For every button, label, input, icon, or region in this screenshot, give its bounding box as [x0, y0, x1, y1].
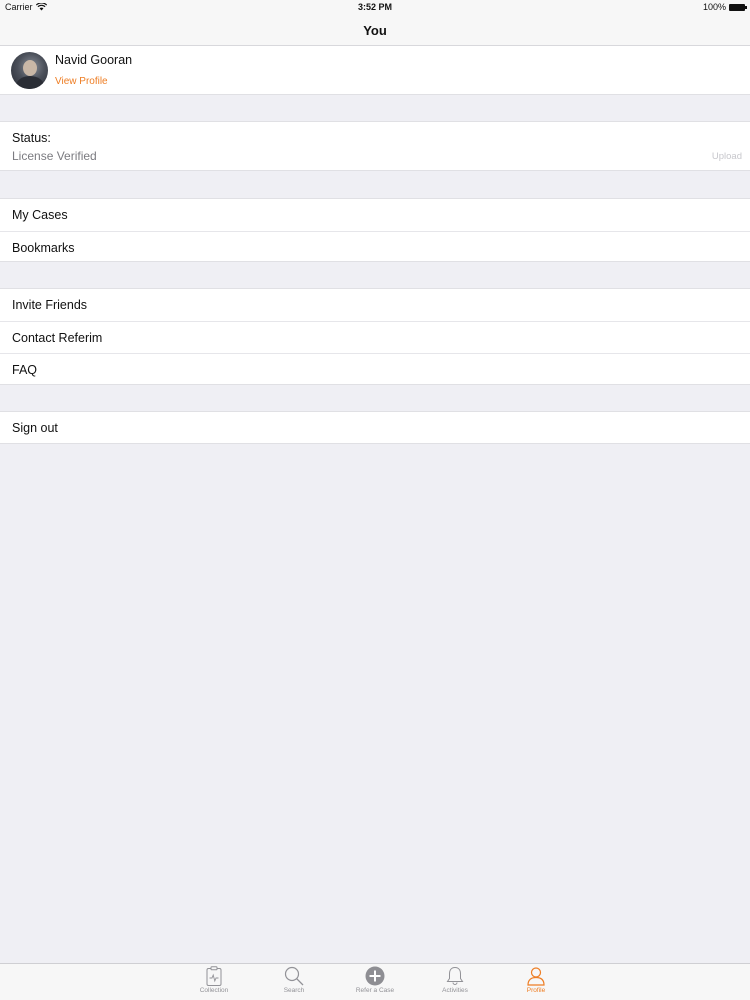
navigation-bar: You: [0, 15, 750, 46]
upload-button[interactable]: Upload: [712, 151, 742, 162]
signout-section: Sign out: [0, 411, 750, 444]
clipboard-icon: [206, 966, 222, 986]
menu-item-bookmarks[interactable]: Bookmarks: [0, 231, 750, 263]
tab-activities[interactable]: Activities: [425, 965, 485, 999]
battery-indicator: 100%: [702, 2, 747, 12]
tab-label: Refer a Case: [355, 987, 395, 994]
search-icon: [284, 966, 304, 986]
status-label: Status:: [12, 131, 51, 145]
menu-item-invite-friends[interactable]: Invite Friends: [0, 289, 750, 321]
bell-icon: [446, 966, 464, 985]
help-menu: Invite Friends Contact Referim FAQ: [0, 288, 750, 385]
profile-screen: Carrier 3:52 PM 100% You Navid Gooran Vi…: [0, 0, 750, 1000]
tab-collection[interactable]: Collection: [184, 965, 244, 999]
profile-row[interactable]: Navid Gooran View Profile: [0, 46, 750, 95]
person-icon: [527, 967, 545, 986]
tab-profile[interactable]: Profile: [506, 965, 566, 999]
status-value: License Verified: [12, 149, 97, 163]
tab-refer-a-case[interactable]: Refer a Case: [345, 965, 405, 999]
menu-item-my-cases[interactable]: My Cases: [0, 199, 750, 231]
page-title: You: [363, 23, 387, 38]
sign-out-button[interactable]: Sign out: [0, 412, 750, 444]
tab-bar: Collection Search Refer a Case Activitie…: [0, 963, 750, 1000]
clock: 3:52 PM: [357, 2, 392, 12]
tab-label: Collection: [199, 987, 229, 994]
view-profile-link[interactable]: View Profile: [55, 76, 108, 87]
license-status-row: Status: License Verified Upload: [0, 121, 750, 171]
avatar: [11, 52, 48, 89]
battery-icon: [729, 3, 747, 11]
tab-search[interactable]: Search: [264, 965, 324, 999]
tab-label: Search: [283, 987, 305, 994]
profile-name: Navid Gooran: [55, 53, 133, 67]
cases-menu: My Cases Bookmarks: [0, 198, 750, 262]
status-bar: Carrier 3:52 PM 100%: [0, 0, 750, 15]
menu-item-faq[interactable]: FAQ: [0, 353, 750, 385]
plus-circle-icon: [365, 966, 385, 986]
tab-label: Profile: [526, 987, 546, 994]
menu-item-contact-referim[interactable]: Contact Referim: [0, 321, 750, 353]
battery-percent: 100%: [702, 2, 726, 12]
tab-label: Activities: [442, 987, 468, 994]
